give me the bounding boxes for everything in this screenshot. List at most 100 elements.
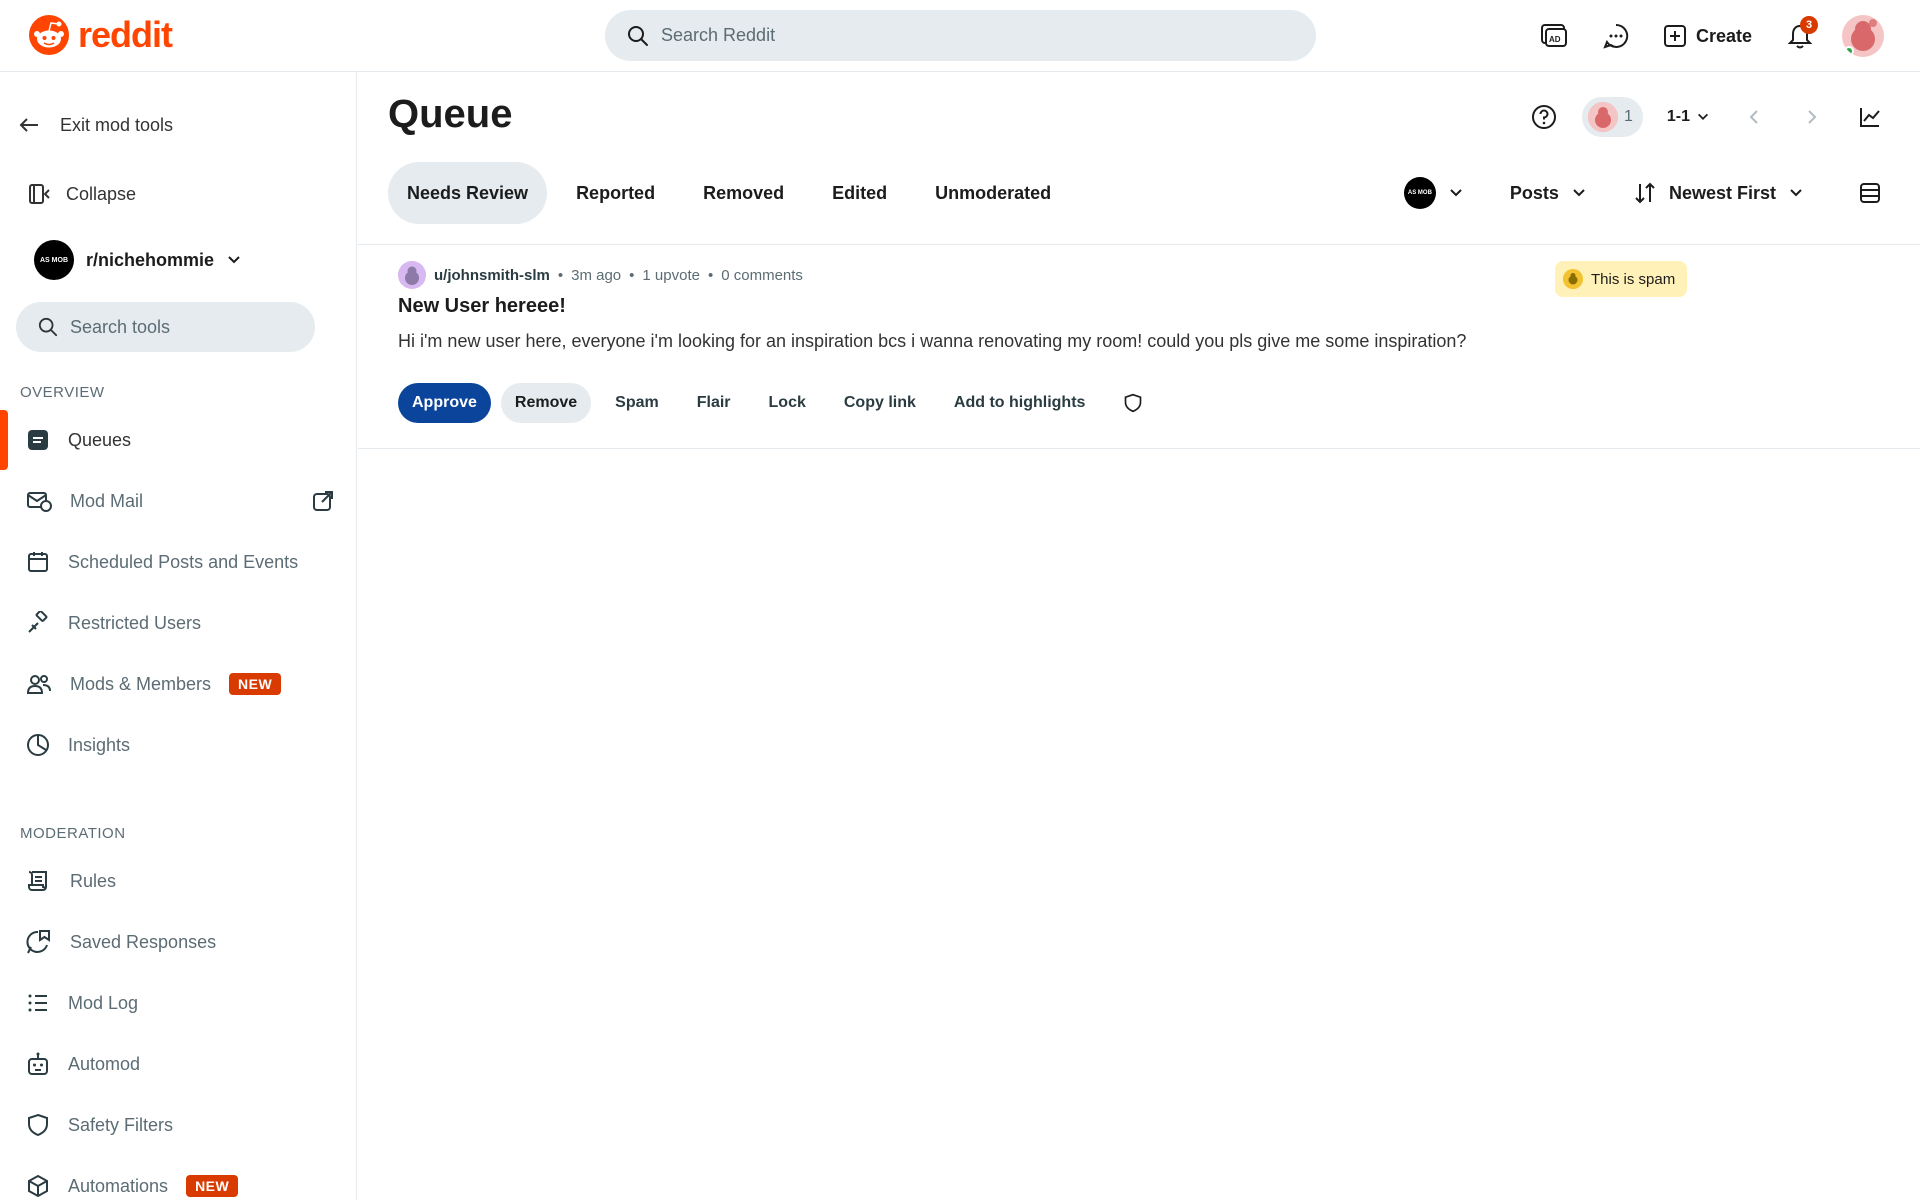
page-title: Queue <box>388 92 513 136</box>
chevron-down-icon <box>1573 189 1585 197</box>
remove-button[interactable]: Remove <box>500 383 592 423</box>
calendar-icon <box>28 552 48 572</box>
post-title[interactable]: New User hereee! <box>398 295 566 318</box>
mod-sidebar: Exit mod tools Collapse AS MOB r/nicheho… <box>0 72 357 1200</box>
create-button[interactable]: Create <box>1658 25 1758 47</box>
cube-icon <box>28 1174 48 1198</box>
subreddit-selector[interactable]: AS MOB r/nichehommie <box>34 240 242 280</box>
collapse-button[interactable]: Collapse <box>0 179 357 209</box>
chevron-left-icon <box>1749 110 1758 124</box>
sidebar-item-automations[interactable]: Automations NEW <box>0 1156 357 1200</box>
help-button[interactable] <box>1524 97 1564 137</box>
content-type-filter[interactable]: Posts <box>1510 183 1587 204</box>
sidebar-item-label: Mod Log <box>68 992 139 1013</box>
advertise-button[interactable]: AD <box>1534 16 1574 56</box>
previous-page-button[interactable] <box>1734 97 1774 137</box>
sidebar-item-mod-mail[interactable]: Mod Mail <box>0 471 357 531</box>
post-actions: Approve Remove Spam Flair Lock Copy link… <box>398 382 1157 424</box>
flair-button[interactable]: Flair <box>683 383 745 423</box>
reddit-logo[interactable]: reddit <box>28 14 173 56</box>
post-meta: u/johnsmith-slm • 3m ago • 1 upvote • 0 … <box>398 261 803 289</box>
exit-mod-tools-link[interactable]: Exit mod tools <box>0 110 357 140</box>
exit-mod-tools-label: Exit mod tools <box>60 114 174 135</box>
lock-button[interactable]: Lock <box>755 383 820 423</box>
sidebar-item-restricted-users[interactable]: Restricted Users <box>0 593 357 653</box>
search-input[interactable] <box>661 25 1261 46</box>
sidebar-item-queues[interactable]: Queues <box>0 410 357 470</box>
sidebar-item-label: Scheduled Posts and Events <box>68 551 299 572</box>
active-mods-pill[interactable]: 1 <box>1581 97 1643 137</box>
tab-removed[interactable]: Removed <box>684 162 803 224</box>
sidebar-item-rules[interactable]: Rules <box>0 851 357 911</box>
sidebar-item-safety-filters[interactable]: Safety Filters <box>0 1095 357 1155</box>
collapse-label: Collapse <box>66 183 137 204</box>
tab-edited[interactable]: Edited <box>813 162 906 224</box>
line-chart-icon <box>1860 108 1880 127</box>
advertise-icon: AD <box>1540 24 1567 47</box>
chat-button[interactable] <box>1596 16 1636 56</box>
subreddit-logo: AS MOB <box>34 240 74 280</box>
sort-icon <box>1635 182 1655 204</box>
spam-label: This is spam <box>1591 270 1676 288</box>
reddit-wordmark: reddit <box>78 14 173 55</box>
stats-button[interactable] <box>1850 97 1890 137</box>
search-tools-input[interactable] <box>70 316 290 338</box>
subreddit-filter[interactable]: AS MOB <box>1403 177 1464 209</box>
sidebar-item-label: Automations <box>68 1175 169 1196</box>
subreddit-logo: AS MOB <box>1403 177 1436 209</box>
sidebar-item-mods-members[interactable]: Mods & Members NEW <box>0 654 357 714</box>
add-to-highlights-button[interactable]: Add to highlights <box>940 383 1100 423</box>
sidebar-item-label: Automod <box>68 1053 141 1074</box>
scroll-icon <box>28 871 47 891</box>
user-avatar[interactable] <box>1842 15 1884 57</box>
notifications-button[interactable]: 3 <box>1780 16 1820 56</box>
view-mode-button[interactable] <box>1850 173 1890 213</box>
spam-warning-icon <box>1563 269 1583 289</box>
plus-square-icon <box>1663 25 1686 47</box>
queue-tabs: Needs Review Reported Removed Edited Unm… <box>388 162 1080 224</box>
shield-icon <box>28 1113 48 1137</box>
user-avatar[interactable] <box>398 261 426 289</box>
chevron-down-icon <box>1450 189 1462 197</box>
chat-icon <box>1603 23 1629 49</box>
shield-icon <box>1125 393 1142 413</box>
chevron-down-icon <box>1790 189 1802 197</box>
sort-filter[interactable]: Newest First <box>1633 181 1804 205</box>
mod-shield-button[interactable] <box>1109 383 1157 423</box>
saved-response-icon <box>26 930 50 954</box>
mod-avatar <box>1587 102 1618 132</box>
sidebar-item-label: Safety Filters <box>68 1114 174 1135</box>
tab-unmoderated[interactable]: Unmoderated <box>916 162 1070 224</box>
sidebar-item-mod-log[interactable]: Mod Log <box>0 973 357 1033</box>
search-bar[interactable] <box>605 10 1316 61</box>
next-page-button[interactable] <box>1792 97 1832 137</box>
tab-needs-review[interactable]: Needs Review <box>388 162 548 224</box>
sidebar-item-automod[interactable]: Automod <box>0 1034 357 1094</box>
post-body: Hi i'm new user here, everyone i'm looki… <box>398 331 1467 351</box>
pie-chart-icon <box>27 734 49 756</box>
queue-post[interactable]: u/johnsmith-slm • 3m ago • 1 upvote • 0 … <box>358 245 1920 449</box>
sidebar-item-scheduled-posts[interactable]: Scheduled Posts and Events <box>0 532 357 592</box>
robot-icon <box>28 1052 48 1075</box>
sidebar-item-saved-responses[interactable]: Saved Responses <box>0 912 357 972</box>
moderation-heading: MODERATION <box>20 825 126 842</box>
copy-link-button[interactable]: Copy link <box>830 383 930 423</box>
chevron-right-icon <box>1808 110 1817 124</box>
search-tools-bar[interactable] <box>16 302 315 352</box>
approve-button[interactable]: Approve <box>398 383 491 423</box>
collapse-icon <box>29 184 50 204</box>
post-comments[interactable]: 0 comments <box>721 267 803 284</box>
sidebar-item-label: Saved Responses <box>70 931 217 952</box>
page-range-selector[interactable]: 1-1 <box>1661 108 1716 126</box>
external-link-icon[interactable] <box>311 489 335 513</box>
content-type-label: Posts <box>1509 182 1559 203</box>
post-author[interactable]: u/johnsmith-slm <box>434 267 550 284</box>
tab-reported[interactable]: Reported <box>557 162 674 224</box>
sidebar-item-insights[interactable]: Insights <box>0 715 357 775</box>
meta-separator: • <box>557 266 564 284</box>
post-upvotes: 1 upvote <box>642 266 700 284</box>
spam-button[interactable]: Spam <box>601 383 673 423</box>
create-label: Create <box>1695 25 1752 46</box>
view-list-icon <box>1860 183 1880 203</box>
subreddit-name: r/nichehommie <box>86 249 215 270</box>
